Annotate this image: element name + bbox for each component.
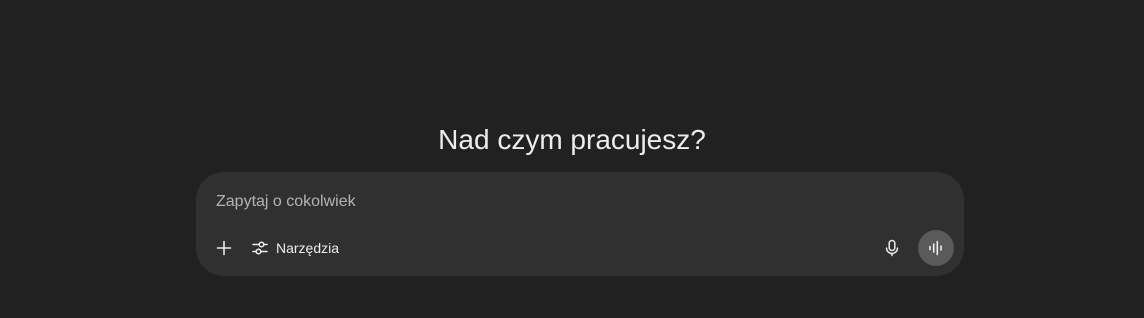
voice-waveform-icon	[926, 238, 946, 258]
sliders-icon	[250, 238, 270, 258]
microphone-icon	[882, 238, 902, 258]
voice-mode-button[interactable]	[918, 230, 954, 266]
dictate-button[interactable]	[876, 232, 908, 264]
prompt-composer: Narzędzia	[196, 172, 964, 276]
page-heading: Nad czym pracujesz?	[438, 123, 706, 155]
prompt-input[interactable]	[216, 190, 916, 214]
chat-home: Nad czym pracujesz? Narzędz	[0, 0, 1144, 318]
tools-label: Narzędzia	[276, 240, 340, 256]
tools-button[interactable]: Narzędzia	[246, 232, 345, 264]
add-attachment-button[interactable]	[208, 232, 240, 264]
plus-icon	[214, 238, 234, 258]
